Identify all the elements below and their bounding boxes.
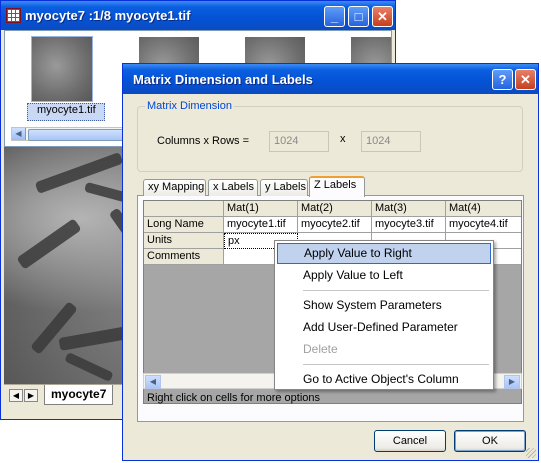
- maximize-button[interactable]: □: [348, 6, 369, 27]
- tab-y-labels[interactable]: y Labels: [260, 179, 308, 196]
- scroll-right-icon[interactable]: ▶: [504, 375, 520, 389]
- resize-grip-icon[interactable]: [526, 448, 536, 458]
- col-header[interactable]: Mat(1): [224, 201, 298, 217]
- matrix-dimension-group-label: Matrix Dimension: [145, 100, 234, 112]
- rows-field[interactable]: 1024: [361, 131, 421, 152]
- grid-cell[interactable]: myocyte4.tif: [446, 217, 521, 233]
- columns-rows-label: Columns x Rows =: [157, 135, 250, 147]
- thumbnail-myocyte1[interactable]: [31, 36, 93, 102]
- cancel-button[interactable]: Cancel: [374, 430, 446, 452]
- close-button[interactable]: ✕: [372, 6, 393, 27]
- menu-separator: [303, 364, 489, 365]
- tab-z-labels[interactable]: Z Labels: [309, 176, 365, 197]
- thumbnail-label: myocyte1.tif: [37, 104, 96, 116]
- dialog-close-button[interactable]: ✕: [515, 69, 536, 90]
- row-label-long-name: Long Name: [144, 217, 224, 233]
- image-window-title-bar[interactable]: myocyte7 :1/8 myocyte1.tif _ □ ✕: [1, 1, 395, 30]
- col-header[interactable]: Mat(3): [372, 201, 446, 217]
- menu-item-show-system-parameters[interactable]: Show System Parameters: [277, 295, 491, 316]
- menu-separator: [303, 290, 489, 291]
- image-window-title: myocyte7 :1/8 myocyte1.tif: [25, 8, 191, 23]
- menu-item-go-to-column[interactable]: Go to Active Object's Column: [277, 369, 491, 390]
- sheet-tab-myocyte7[interactable]: myocyte7: [44, 385, 114, 405]
- row-label-comments: Comments: [144, 249, 224, 265]
- col-header[interactable]: Mat(4): [446, 201, 521, 217]
- row-label-units: Units: [144, 233, 224, 249]
- columns-field[interactable]: 1024: [269, 131, 329, 152]
- sheet-prev-icon[interactable]: ◀: [9, 389, 23, 402]
- context-menu: Apply Value to Right Apply Value to Left…: [274, 240, 494, 390]
- times-label: x: [340, 133, 346, 145]
- dialog-title: Matrix Dimension and Labels: [133, 72, 313, 87]
- menu-item-apply-right[interactable]: Apply Value to Right: [277, 243, 491, 264]
- help-button[interactable]: ?: [492, 69, 513, 90]
- minimize-button[interactable]: _: [324, 6, 345, 27]
- hint-text: Right click on cells for more options: [147, 392, 321, 404]
- myocyte-cell: [16, 218, 82, 270]
- scroll-left-icon[interactable]: ◀: [145, 375, 161, 389]
- grid-corner: [144, 201, 224, 217]
- myocyte-cell: [58, 326, 130, 351]
- grid-cell[interactable]: myocyte2.tif: [298, 217, 372, 233]
- tab-xy-mapping[interactable]: xy Mapping: [143, 179, 206, 196]
- sheet-next-icon[interactable]: ▶: [24, 389, 38, 402]
- menu-item-delete: Delete: [303, 342, 338, 356]
- col-header[interactable]: Mat(2): [298, 201, 372, 217]
- myocyte-cell: [64, 351, 114, 383]
- menu-item-apply-left[interactable]: Apply Value to Left: [277, 265, 491, 286]
- menu-item-add-user-parameter[interactable]: Add User-Defined Parameter: [277, 317, 491, 338]
- grid-cell[interactable]: myocyte1.tif: [224, 217, 298, 233]
- grid-cell[interactable]: myocyte3.tif: [372, 217, 446, 233]
- dialog-title-bar[interactable]: Matrix Dimension and Labels ? ✕: [123, 64, 538, 94]
- ok-button[interactable]: OK: [454, 430, 526, 452]
- matrix-icon: [6, 8, 21, 23]
- scroll-left-arrow-icon[interactable]: ◀: [12, 128, 26, 140]
- tab-x-labels[interactable]: x Labels: [208, 179, 258, 196]
